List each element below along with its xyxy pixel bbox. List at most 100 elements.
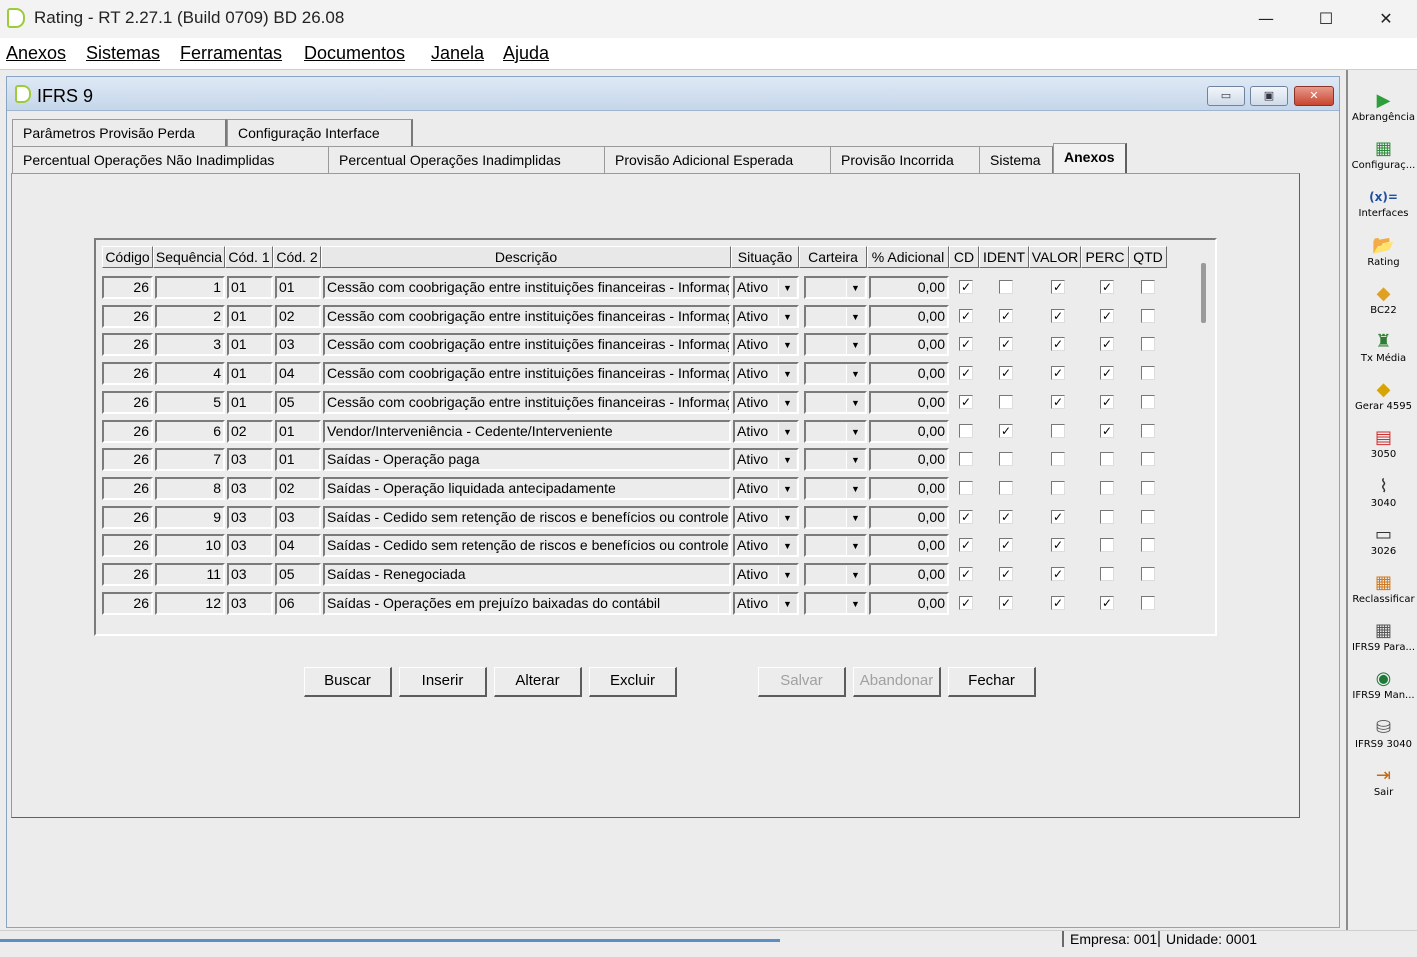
tab-anexos[interactable]: Anexos: [1053, 143, 1127, 173]
descricao-cell[interactable]: Saídas - Operação liquidada antecipadame…: [323, 476, 731, 500]
codigo-cell[interactable]: 26: [102, 534, 153, 558]
menu-sistemas[interactable]: Sistemas: [86, 43, 160, 64]
situacao-dropdown[interactable]: Ativo ▼: [733, 419, 799, 443]
table-row[interactable]: 26 8 03 02 Saídas - Operação liquidada antec…: [96, 476, 1206, 501]
minimize-button[interactable]: —: [1236, 0, 1296, 38]
chevron-down-icon[interactable]: ▼: [778, 594, 796, 613]
carteira-dropdown[interactable]: ▼: [804, 591, 867, 615]
table-row[interactable]: 26 11 03 05 Saídas - Renegociada Ativo ▼ ▼ 0,00 ✓…: [96, 563, 1206, 587]
excluir-button[interactable]: Excluir: [589, 667, 677, 697]
codigo-cell[interactable]: 26: [102, 505, 153, 529]
grid-vertical-scrollbar[interactable]: [1201, 263, 1206, 323]
descricao-cell[interactable]: Cessão com coobrigação entre instituiçõe…: [323, 362, 731, 386]
valor-checkbox[interactable]: [1051, 423, 1065, 438]
chevron-down-icon[interactable]: ▼: [778, 537, 796, 556]
carteira-dropdown[interactable]: ▼: [804, 419, 867, 443]
cod1-cell[interactable]: 03: [227, 448, 273, 472]
cod2-cell[interactable]: 03: [275, 333, 321, 357]
tab-percentual-nao-inadimplidas[interactable]: Percentual Operações Não Inadimplidas: [12, 146, 330, 173]
perc-checkbox[interactable]: ✓: [1100, 394, 1114, 409]
carteira-dropdown[interactable]: ▼: [804, 333, 867, 357]
perc-checkbox[interactable]: ✓: [1100, 366, 1114, 381]
cod2-cell[interactable]: 02: [275, 304, 321, 328]
situacao-dropdown[interactable]: Ativo ▼: [733, 362, 799, 386]
descricao-cell[interactable]: Saídas - Renegociada: [323, 563, 731, 586]
cod2-cell[interactable]: 05: [275, 390, 321, 414]
codigo-cell[interactable]: 26: [102, 419, 153, 443]
ident-checkbox[interactable]: ✓: [999, 595, 1013, 610]
abandonar-button[interactable]: Abandonar: [853, 667, 941, 697]
perc-checkbox[interactable]: ✓: [1100, 280, 1114, 294]
toolbar-cube-button[interactable]: ◆ BC22: [1350, 283, 1417, 329]
col-header-codigo[interactable]: Código: [102, 246, 153, 268]
descricao-cell[interactable]: Vendor/Interveniência - Cedente/Interven…: [323, 419, 731, 443]
table-row[interactable]: 26 6 02 01 Vendor/Interveniência - Cedente/I…: [96, 419, 1206, 444]
table-row[interactable]: 26 12 03 06 Saídas - Operações em prejuízo b…: [96, 591, 1206, 616]
child-close-button[interactable]: ✕: [1294, 86, 1334, 106]
cd-checkbox[interactable]: ✓: [959, 509, 973, 524]
situacao-dropdown[interactable]: Ativo ▼: [733, 448, 799, 472]
valor-checkbox[interactable]: ✓: [1051, 366, 1065, 381]
chevron-down-icon[interactable]: ▼: [846, 279, 864, 297]
situacao-dropdown[interactable]: Ativo ▼: [733, 476, 799, 500]
chevron-down-icon[interactable]: ▼: [778, 566, 796, 584]
salvar-button[interactable]: Salvar: [758, 667, 846, 697]
menu-janela[interactable]: Janela: [431, 43, 484, 64]
perc-checkbox[interactable]: ✓: [1100, 423, 1114, 438]
tab-sistema[interactable]: Sistema: [979, 146, 1054, 173]
cod2-cell[interactable]: 01: [275, 419, 321, 443]
col-header-carteira[interactable]: Carteira: [799, 246, 867, 268]
menu-anexos[interactable]: Anexos: [6, 43, 66, 64]
ident-checkbox[interactable]: [999, 280, 1013, 294]
valor-checkbox[interactable]: [1051, 480, 1065, 495]
adicional-cell[interactable]: 0,00: [869, 563, 949, 586]
codigo-cell[interactable]: 26: [102, 390, 153, 414]
menu-ajuda[interactable]: Ajuda: [503, 43, 549, 64]
cod1-cell[interactable]: 03: [227, 534, 273, 558]
chevron-down-icon[interactable]: ▼: [778, 508, 796, 527]
cd-checkbox[interactable]: ✓: [959, 394, 973, 409]
toolbar-folder-button[interactable]: 📂 Rating: [1350, 235, 1417, 281]
cod2-cell[interactable]: 01: [275, 276, 321, 299]
qtd-checkbox[interactable]: [1141, 337, 1155, 352]
codigo-cell[interactable]: 26: [102, 304, 153, 328]
valor-checkbox[interactable]: ✓: [1051, 394, 1065, 409]
table-row[interactable]: 26 4 01 04 Cessão com coobrigação entre inst…: [96, 362, 1206, 386]
codigo-cell[interactable]: 26: [102, 476, 153, 500]
col-header-cod1[interactable]: Cód. 1: [225, 246, 273, 268]
qtd-checkbox[interactable]: [1141, 280, 1155, 294]
cd-checkbox[interactable]: [959, 452, 973, 467]
descricao-cell[interactable]: Saídas - Cedido sem retenção de riscos e…: [323, 534, 731, 558]
perc-checkbox[interactable]: ✓: [1100, 595, 1114, 610]
valor-checkbox[interactable]: ✓: [1051, 567, 1065, 581]
toolbar-grid-orange-button[interactable]: ▦ Reclassificar: [1350, 572, 1417, 618]
toolbar-monitor-button[interactable]: ▭ 3026: [1350, 524, 1417, 570]
adicional-cell[interactable]: 0,00: [869, 419, 949, 443]
toolbar-chart-circle-button[interactable]: ◉ IFRS9 Man...: [1350, 668, 1417, 714]
descricao-cell[interactable]: Saídas - Operações em prejuízo baixadas …: [323, 591, 731, 615]
sequencia-cell[interactable]: 4: [155, 362, 225, 386]
descricao-cell[interactable]: Cessão com coobrigação entre instituiçõe…: [323, 304, 731, 328]
chevron-down-icon[interactable]: ▼: [778, 279, 796, 297]
codigo-cell[interactable]: 26: [102, 333, 153, 357]
adicional-cell[interactable]: 0,00: [869, 276, 949, 299]
valor-checkbox[interactable]: [1051, 452, 1065, 467]
toolbar-database-stack-button[interactable]: ▤ 3050: [1350, 427, 1417, 473]
tab-percentual-inadimplidas[interactable]: Percentual Operações Inadimplidas: [328, 146, 606, 173]
cd-checkbox[interactable]: ✓: [959, 595, 973, 610]
toolbar-play-arrow-button[interactable]: ▶ Abrangência: [1350, 90, 1417, 136]
cod1-cell[interactable]: 03: [227, 591, 273, 615]
col-header-qtd[interactable]: QTD: [1129, 246, 1167, 268]
chevron-down-icon[interactable]: ▼: [846, 393, 864, 412]
close-button[interactable]: ✕: [1356, 0, 1416, 38]
codigo-cell[interactable]: 26: [102, 448, 153, 472]
fechar-button[interactable]: Fechar: [948, 667, 1036, 697]
carteira-dropdown[interactable]: ▼: [804, 448, 867, 472]
adicional-cell[interactable]: 0,00: [869, 448, 949, 472]
descricao-cell[interactable]: Saídas - Operação paga: [323, 448, 731, 472]
ident-checkbox[interactable]: ✓: [999, 567, 1013, 581]
situacao-dropdown[interactable]: Ativo ▼: [733, 591, 799, 615]
sequencia-cell[interactable]: 2: [155, 304, 225, 328]
cod1-cell[interactable]: 01: [227, 333, 273, 357]
col-header-perc[interactable]: PERC: [1081, 246, 1129, 268]
